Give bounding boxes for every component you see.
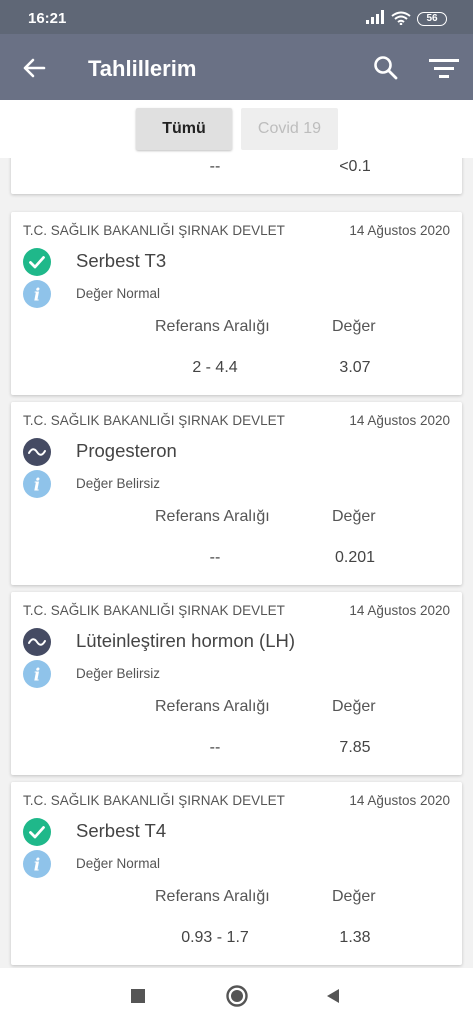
result-card[interactable]: -- <0.1: [11, 158, 462, 194]
reference-value: --: [209, 549, 221, 566]
value-header: Değer: [332, 698, 376, 715]
wave-circle-icon: [23, 628, 51, 656]
reference-header: Referans Aralığı: [155, 508, 270, 525]
reference-value: 0.93 - 1.7: [181, 929, 249, 946]
info-icon: i: [23, 850, 51, 878]
result-date: 14 Ağustos 2020: [349, 413, 450, 428]
test-name: Serbest T3: [76, 250, 167, 271]
app-bar: Tahlillerim: [0, 34, 473, 100]
results-list[interactable]: -- <0.1 T.C. SAĞLIK BAKANLIĞI ŞIRNAK DEV…: [0, 158, 473, 968]
institution-name: T.C. SAĞLIK BAKANLIĞI ŞIRNAK DEVLET: [23, 223, 285, 238]
info-icon: i: [23, 280, 51, 308]
institution-name: T.C. SAĞLIK BAKANLIĞI ŞIRNAK DEVLET: [23, 603, 285, 618]
value-header: Değer: [332, 888, 376, 905]
result-value: <0.1: [339, 158, 371, 175]
svg-text:i: i: [34, 666, 40, 686]
signal-icon: [366, 10, 384, 24]
status-bar: 16:21 56: [0, 0, 473, 34]
result-date: 14 Ağustos 2020: [349, 793, 450, 808]
test-name: Serbest T4: [76, 820, 167, 841]
value-note: Değer Normal: [76, 856, 161, 871]
svg-text:i: i: [34, 286, 40, 306]
tab-all[interactable]: Tümü: [136, 108, 232, 150]
value-note: Değer Normal: [76, 286, 161, 301]
info-icon: i: [23, 470, 51, 498]
reference-header: Referans Aralığı: [155, 318, 270, 335]
result-card[interactable]: T.C. SAĞLIK BAKANLIĞI ŞIRNAK DEVLET 14 A…: [11, 402, 462, 585]
result-date: 14 Ağustos 2020: [349, 603, 450, 618]
check-circle-icon: [23, 818, 51, 846]
institution-name: T.C. SAĞLIK BAKANLIĞI ŞIRNAK DEVLET: [23, 793, 285, 808]
page-title: Tahlillerim: [88, 56, 197, 81]
reference-value: --: [209, 739, 221, 756]
filter-icon[interactable]: [427, 54, 461, 82]
reference-value: 2 - 4.4: [192, 359, 238, 376]
info-icon: i: [23, 660, 51, 688]
tab-covid-19[interactable]: Covid 19: [241, 108, 338, 150]
result-value: 0.201: [334, 549, 376, 566]
result-value: 1.38: [339, 929, 371, 946]
value-note: Değer Belirsiz: [76, 476, 161, 491]
result-value: 7.85: [339, 739, 371, 756]
result-card[interactable]: T.C. SAĞLIK BAKANLIĞI ŞIRNAK DEVLET 14 A…: [11, 592, 462, 775]
svg-text:i: i: [34, 476, 40, 496]
value-header: Değer: [332, 318, 376, 335]
battery-icon: 56: [417, 12, 447, 26]
recents-square-icon[interactable]: [128, 986, 148, 1006]
svg-text:i: i: [34, 856, 40, 876]
check-circle-icon: [23, 248, 51, 276]
result-card[interactable]: T.C. SAĞLIK BAKANLIĞI ŞIRNAK DEVLET 14 A…: [11, 782, 462, 965]
status-time: 16:21: [28, 10, 67, 27]
reference-header: Referans Aralığı: [155, 888, 270, 905]
result-value: 3.07: [339, 359, 371, 376]
institution-name: T.C. SAĞLIK BAKANLIĞI ŞIRNAK DEVLET: [23, 413, 285, 428]
test-name: Progesteron: [76, 440, 177, 461]
result-card[interactable]: T.C. SAĞLIK BAKANLIĞI ŞIRNAK DEVLET 14 A…: [11, 212, 462, 395]
back-triangle-icon[interactable]: [323, 986, 343, 1006]
back-arrow-icon[interactable]: [20, 54, 48, 82]
search-icon[interactable]: [372, 54, 400, 82]
reference-header: Referans Aralığı: [155, 698, 270, 715]
result-date: 14 Ağustos 2020: [349, 223, 450, 238]
wifi-icon: [391, 11, 411, 25]
reference-value: --: [209, 158, 221, 175]
system-nav-bar: [0, 968, 473, 1024]
value-note: Değer Belirsiz: [76, 666, 161, 681]
wave-circle-icon: [23, 438, 51, 466]
value-header: Değer: [332, 508, 376, 525]
tab-bar: Tümü Covid 19: [0, 100, 473, 158]
home-circle-icon[interactable]: [225, 984, 249, 1008]
test-name: Lüteinleştiren hormon (LH): [76, 630, 296, 651]
